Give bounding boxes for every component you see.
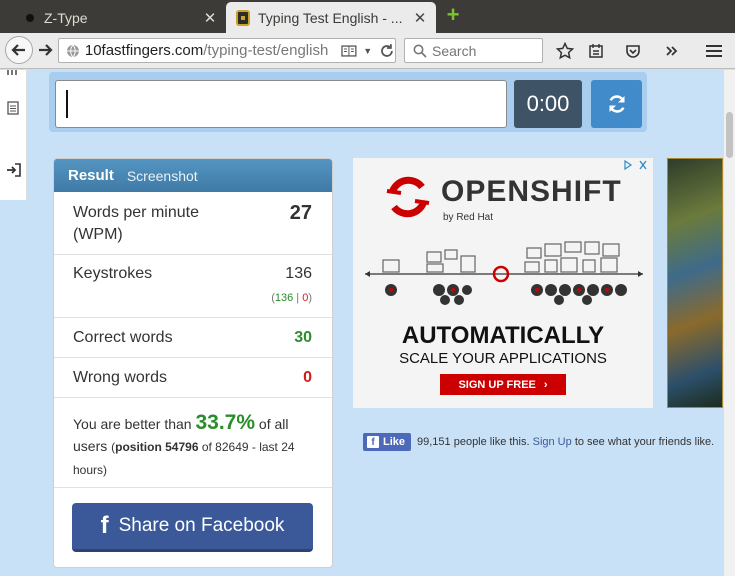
sign-up-link[interactable]: Sign Up — [533, 436, 572, 448]
tab-close-icon[interactable]: ✕ — [200, 9, 220, 27]
keystrokes-breakdown: (136 | 0) — [271, 292, 312, 304]
tab-title: Z-Type — [44, 9, 88, 26]
red-hat-byline: by Red Hat — [443, 212, 494, 223]
site-favicon-icon — [236, 9, 250, 26]
bookmark-star-icon[interactable] — [556, 42, 574, 60]
arrow-right-icon — [39, 44, 53, 56]
keystrokes-value: 136 — [285, 265, 312, 282]
reading-list-icon[interactable] — [587, 42, 605, 60]
result-panel-header: Result Screenshot — [54, 159, 332, 192]
tab-bar: Z-Type ✕ Typing Test English - ... ✕ + — [0, 0, 735, 33]
arrow-left-icon — [11, 44, 25, 56]
back-button[interactable] — [5, 36, 33, 64]
correct-words-row: Correct words 30 — [54, 318, 332, 358]
navigation-toolbar: 10fastfingers.com/typing-test/english ▼ — [0, 33, 735, 69]
correct-words-value: 30 — [294, 329, 312, 346]
ad-headline: AUTOMATICALLY — [401, 322, 605, 349]
url-path: /typing-test/english — [203, 42, 329, 59]
openshift-brand: OPENSHIFT — [441, 175, 622, 208]
new-tab-plus-icon[interactable]: + — [443, 4, 463, 26]
tab-typing-test[interactable]: Typing Test English - ... ✕ — [226, 2, 436, 33]
correct-words-label: Correct words — [73, 328, 173, 346]
keystrokes-correct: 136 — [274, 292, 294, 304]
like-rest-text: to see what your friends like. — [574, 436, 715, 448]
reader-view-icon[interactable] — [341, 44, 357, 58]
share-facebook-label: Share on Facebook — [118, 515, 285, 536]
search-icon — [413, 44, 427, 58]
openshift-ad[interactable]: OPENSHIFT by Red Hat AUTOMATICALLY SCALE… — [353, 158, 653, 408]
percentile-value: 33.7% — [195, 411, 256, 434]
sign-up-free-label: SIGN UP FREE — [458, 378, 536, 391]
like-count-text: 99,151 people like this. — [417, 436, 530, 448]
better-prefix: You are better than — [73, 416, 192, 432]
refresh-icon — [608, 95, 625, 113]
typing-input-container: 0:00 — [49, 72, 647, 132]
typing-input[interactable] — [55, 80, 507, 128]
side-banner-image[interactable] — [667, 158, 723, 408]
pocket-icon[interactable] — [624, 42, 642, 60]
keystrokes-row: Keystrokes 136 (136 | 0) — [54, 255, 332, 318]
wpm-label: Words per minute (WPM) — [73, 204, 199, 243]
scrollbar-thumb[interactable] — [726, 112, 733, 158]
tab-title: Typing Test English - ... — [258, 9, 403, 26]
history-dropdown-icon[interactable]: ▼ — [363, 46, 373, 56]
result-panel: Result Screenshot Words per minute (WPM)… — [53, 158, 333, 568]
result-tab[interactable]: Result — [68, 167, 114, 184]
hamburger-menu-icon[interactable] — [705, 42, 723, 60]
document-icon[interactable] — [7, 101, 19, 115]
text-cursor — [66, 90, 68, 118]
keystrokes-label: Keystrokes — [73, 265, 153, 282]
keystrokes-wrong: 0 — [302, 292, 309, 304]
facebook-like-widget: f Like 99,151 people like this. Sign Up t… — [363, 433, 714, 451]
wpm-value: 27 — [289, 202, 312, 224]
openshift-logo-icon — [386, 176, 430, 218]
url-bar[interactable]: 10fastfingers.com/typing-test/english ▼ — [58, 38, 396, 63]
adchoices-icon[interactable] — [623, 159, 651, 171]
tab-ztype[interactable]: Z-Type ✕ — [0, 2, 226, 33]
bar-chart-icon[interactable] — [6, 70, 20, 76]
tab-close-icon[interactable]: ✕ — [410, 9, 430, 27]
screenshot-tab[interactable]: Screenshot — [127, 168, 198, 184]
facebook-icon: f — [367, 436, 379, 448]
url-host: 10fastfingers.com — [84, 42, 204, 59]
ad-subline: SCALE YOUR APPLICATIONS — [399, 350, 607, 367]
timer-display: 0:00 — [514, 80, 582, 128]
audio-dot-icon — [26, 13, 34, 22]
facebook-like-button[interactable]: f Like — [363, 433, 412, 451]
web-page: 0:00 Result Screenshot Words per minute … — [0, 70, 735, 576]
scaling-devices-illustration — [365, 241, 643, 305]
overflow-chevron-icon[interactable] — [663, 42, 681, 60]
globe-icon — [66, 44, 79, 57]
url-text[interactable]: 10fastfingers.com/typing-test/english — [85, 42, 338, 59]
like-label: Like — [383, 436, 406, 448]
facebook-f-icon: f — [100, 512, 109, 539]
chevron-right-icon: › — [543, 378, 548, 391]
wpm-row: Words per minute (WPM) 27 — [54, 192, 332, 255]
percentile-text: You are better than 33.7% of all users (… — [54, 398, 332, 488]
page-scrollbar[interactable] — [723, 70, 735, 576]
search-bar[interactable] — [404, 38, 543, 63]
sign-up-free-button[interactable]: SIGN UP FREE › — [440, 374, 566, 395]
reset-button[interactable] — [591, 80, 642, 128]
keystrokes-separator: | — [296, 292, 300, 304]
wrong-words-value: 0 — [303, 369, 312, 386]
position-label: position 54796 — [115, 440, 199, 454]
reload-icon[interactable] — [379, 43, 395, 59]
forward-button[interactable] — [36, 41, 54, 59]
left-sidebar-rail — [0, 70, 27, 200]
search-input[interactable] — [432, 42, 532, 59]
share-facebook-button[interactable]: f Share on Facebook — [72, 503, 313, 552]
sign-in-icon[interactable] — [6, 163, 21, 177]
wrong-words-label: Wrong words — [73, 368, 167, 386]
wrong-words-row: Wrong words 0 — [54, 358, 332, 398]
